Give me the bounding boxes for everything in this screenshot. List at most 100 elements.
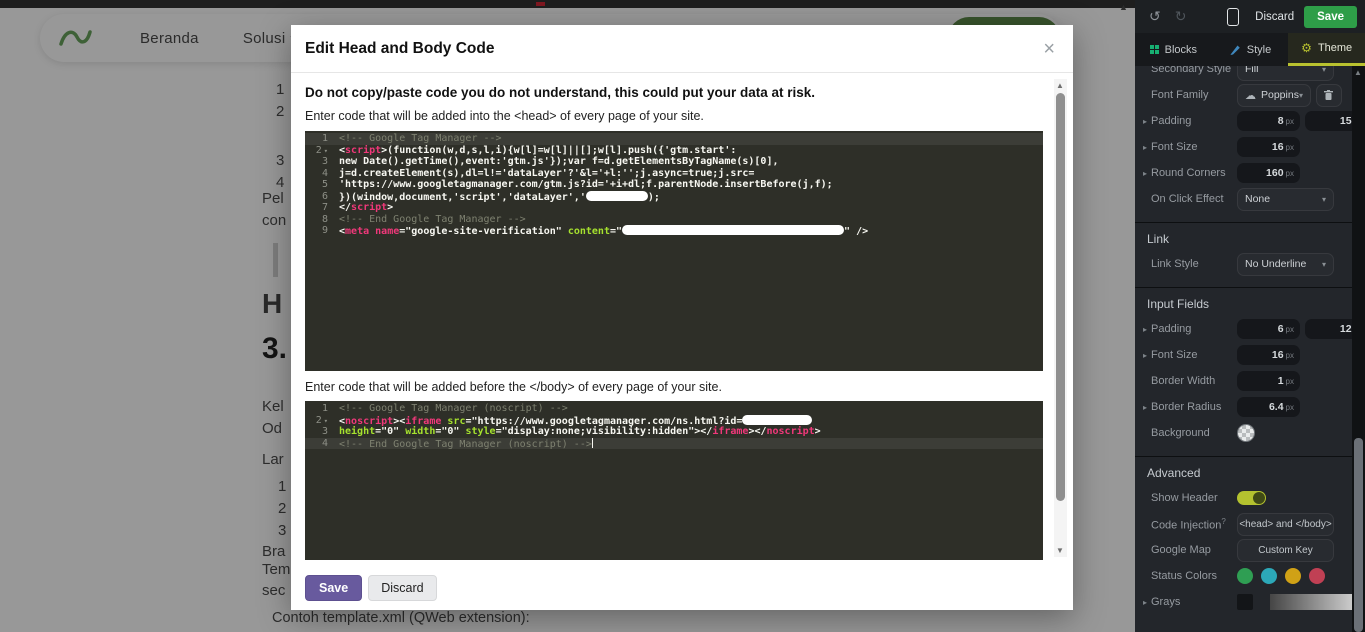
setting-row-on-click-effect: On Click EffectNone▾ xyxy=(1135,186,1352,212)
tab-label: Blocks xyxy=(1165,44,1197,56)
expand-arrow-icon[interactable]: ▸ xyxy=(1143,325,1151,334)
code-token: ="https://www.googletagmanager.com/ns.ht… xyxy=(465,416,742,427)
code-token: ); xyxy=(648,192,660,203)
expand-arrow-icon[interactable]: ▸ xyxy=(1143,598,1151,607)
body-code-editor[interactable]: 1<!-- Google Tag Manager (noscript) -->2… xyxy=(305,401,1043,560)
edit-head-body-dialog: Edit Head and Body Code × Do not copy/pa… xyxy=(291,25,1073,610)
dialog-scrollbar[interactable]: ▲ ▼ xyxy=(1054,79,1067,557)
status-color-swatch[interactable] xyxy=(1285,568,1301,584)
setting-row-grays: ▸Grays xyxy=(1135,589,1352,615)
status-color-swatch[interactable] xyxy=(1237,568,1253,584)
number-input-round-corners[interactable]: 160px xyxy=(1237,163,1300,183)
scrollbar-thumb[interactable] xyxy=(1056,93,1065,501)
number-input-font-size[interactable]: 16px xyxy=(1237,137,1300,157)
code-line: 5'https://www.googletagmanager.com/gtm.j… xyxy=(305,179,1043,191)
gray-swatch-dark[interactable] xyxy=(1237,594,1253,610)
builder-discard-button[interactable]: Discard xyxy=(1255,11,1294,23)
code-token: 'https://www.googletagmanager.com/gtm.js… xyxy=(339,179,833,190)
save-button[interactable]: Save xyxy=(305,575,362,601)
line-number: 2▾ xyxy=(305,415,335,427)
fold-icon[interactable]: ▾ xyxy=(324,147,328,155)
select-value: None xyxy=(1245,193,1322,205)
close-icon[interactable]: × xyxy=(1043,39,1055,59)
select-secondary-style[interactable]: Fill▾ xyxy=(1237,66,1334,81)
scroll-down-icon[interactable]: ▼ xyxy=(1056,546,1064,555)
status-color-swatch[interactable] xyxy=(1261,568,1277,584)
gear-icon: ⚙ xyxy=(1301,42,1312,54)
code-token: width xyxy=(405,426,435,437)
gray-gradient-strip[interactable] xyxy=(1270,594,1352,610)
fold-icon[interactable]: ▾ xyxy=(324,417,328,425)
code-token: > xyxy=(387,202,393,213)
code-line: 9<meta name="google-site-verification" c… xyxy=(305,225,1043,237)
expand-arrow-icon[interactable]: ▸ xyxy=(1143,117,1151,126)
expand-arrow-icon[interactable]: ▸ xyxy=(1143,169,1151,178)
tab-style[interactable]: Style xyxy=(1212,33,1289,66)
toggle-show-header[interactable] xyxy=(1237,491,1266,505)
number-input-border-width[interactable]: 1px xyxy=(1237,371,1300,391)
expand-arrow-icon[interactable]: ▸ xyxy=(1143,143,1151,152)
code-text: height="0" width="0" style="display:none… xyxy=(335,426,821,438)
setting-row-status-colors: Status Colors xyxy=(1135,563,1352,589)
head-code-label: Enter code that will be added into the <… xyxy=(305,109,1073,123)
input-value: 8 xyxy=(1278,115,1284,127)
status-color-swatch[interactable] xyxy=(1309,568,1325,584)
button-code-injection[interactable]: <head> and </body> xyxy=(1237,513,1334,536)
code-text: 'https://www.googletagmanager.com/gtm.js… xyxy=(335,179,833,191)
code-token: " /> xyxy=(844,226,868,237)
number-input-border-radius[interactable]: 6.4px xyxy=(1237,397,1300,417)
number-input-font-size[interactable]: 16px xyxy=(1237,345,1300,365)
line-number: 9 xyxy=(305,225,335,237)
input-unit: px xyxy=(1286,143,1294,152)
setting-label: Secondary Style xyxy=(1151,66,1237,75)
select-link-style[interactable]: No Underline▾ xyxy=(1237,253,1334,276)
discard-button[interactable]: Discard xyxy=(368,575,436,601)
code-token: ="0" xyxy=(435,426,465,437)
code-text: <script>(function(w,d,s,l,i){w[l]=w[l]||… xyxy=(335,145,736,157)
code-token: noscript xyxy=(767,426,815,437)
number-input-padding[interactable]: 12px xyxy=(1305,319,1352,339)
tab-theme[interactable]: ⚙ Theme xyxy=(1288,33,1365,66)
code-token: </ xyxy=(339,202,351,213)
code-line: 8<!-- End Google Tag Manager --> xyxy=(305,214,1043,226)
section-header-advanced: Advanced xyxy=(1135,456,1352,485)
scroll-up-icon[interactable]: ▲ xyxy=(1354,68,1362,77)
number-input-padding[interactable]: 15px xyxy=(1305,111,1352,131)
scrollbar-thumb[interactable] xyxy=(1354,438,1363,632)
theme-settings-panel: Secondary StyleFill▾Font Family☁Poppins▾… xyxy=(1135,66,1352,632)
code-text: </script> xyxy=(335,202,393,214)
setting-label: Padding xyxy=(1151,115,1237,127)
code-text: <meta name="google-site-verification" co… xyxy=(335,225,868,237)
setting-row-padding: ▸Padding8px15px xyxy=(1135,108,1352,134)
expand-arrow-icon[interactable]: ▸ xyxy=(1143,351,1151,360)
trash-icon[interactable] xyxy=(1316,84,1342,107)
setting-row-code-injection: Code Injection?<head> and </body> xyxy=(1135,511,1352,537)
color-swatch-background[interactable] xyxy=(1237,424,1255,442)
head-code-editor[interactable]: 1<!-- Google Tag Manager -->2▾<script>(f… xyxy=(305,131,1043,371)
scroll-up-icon[interactable]: ▲ xyxy=(1056,81,1064,90)
code-token: ="display:none;visibility:hidden"></ xyxy=(496,426,713,437)
button-google-map[interactable]: Custom Key xyxy=(1237,539,1334,562)
select-on-click-effect[interactable]: None▾ xyxy=(1237,188,1334,211)
tab-blocks[interactable]: Blocks xyxy=(1135,33,1212,66)
expand-arrow-icon[interactable]: ▸ xyxy=(1143,403,1151,412)
builder-sidebar: ↺ ↻ Discard Save Blocks Style ⚙ Theme Se… xyxy=(1135,0,1365,632)
select-value: No Underline xyxy=(1245,258,1322,270)
code-line: 1<!-- Google Tag Manager (noscript) --> xyxy=(305,403,1043,415)
number-input-padding[interactable]: 8px xyxy=(1237,111,1300,131)
redo-icon[interactable]: ↻ xyxy=(1175,8,1187,25)
dialog-title: Edit Head and Body Code xyxy=(305,40,494,58)
input-value: 15 xyxy=(1340,115,1352,127)
mobile-preview-icon[interactable] xyxy=(1227,8,1239,26)
code-token: ></ xyxy=(748,426,766,437)
code-token: ="google-site-verification" xyxy=(399,226,568,237)
number-input-padding[interactable]: 6px xyxy=(1237,319,1300,339)
input-value: 160 xyxy=(1266,167,1284,179)
select-font-family[interactable]: ☁Poppins▾ xyxy=(1237,84,1311,107)
sidebar-scrollbar[interactable]: ▲ xyxy=(1352,66,1365,632)
setting-label: Google Map xyxy=(1151,544,1237,556)
code-token: <!-- Google Tag Manager --> xyxy=(339,133,502,144)
builder-save-button[interactable]: Save xyxy=(1304,6,1357,28)
undo-icon[interactable]: ↺ xyxy=(1149,8,1161,25)
code-line: 3height="0" width="0" style="display:non… xyxy=(305,426,1043,438)
